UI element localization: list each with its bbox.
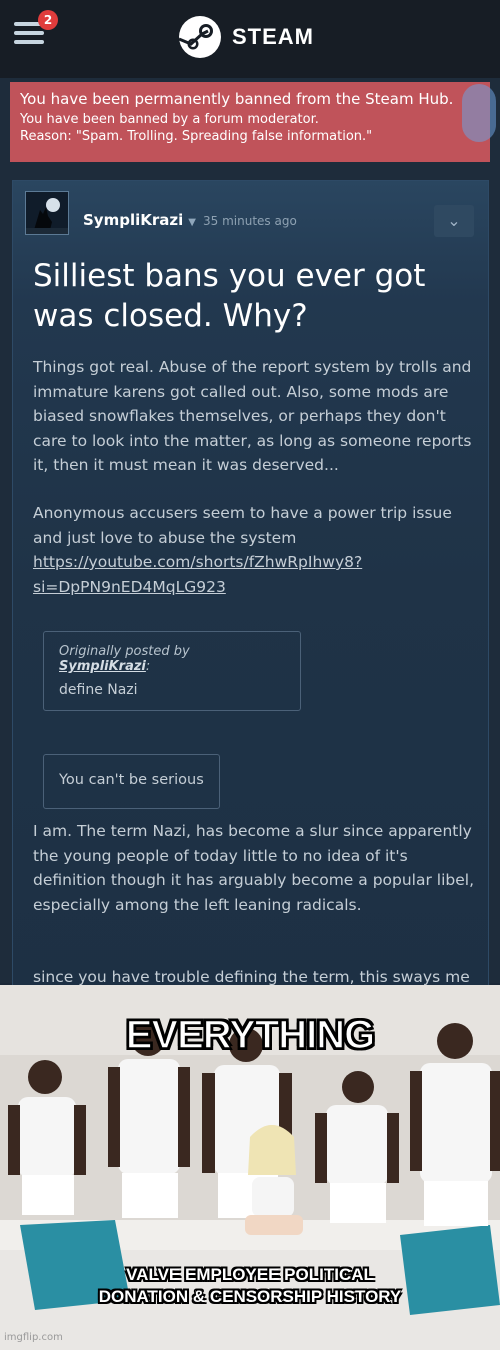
chevron-down-icon[interactable]: ▼ (188, 217, 196, 228)
post-title: Silliest bans you ever got was closed. W… (33, 258, 426, 334)
steam-logo-icon (178, 16, 221, 58)
meme-bottom-caption-line-1: VALVE EMPLOYEE POLITICAL (126, 1265, 374, 1284)
imgflip-watermark: imgflip.com (4, 1332, 63, 1343)
youtube-link-line-1[interactable]: https://youtube.com/shorts/fZhwRpIhwy8? (33, 550, 478, 575)
avatar[interactable] (25, 191, 69, 235)
quote-block-1: Originally posted by SympliKrazi: define… (43, 631, 301, 711)
quote-2-body: You can't be serious (59, 772, 204, 788)
ban-detail: You have been banned by a forum moderato… (20, 112, 319, 127)
post-paragraph-1: Things got real. Abuse of the report sys… (33, 358, 472, 474)
post-paragraph-3: I am. The term Nazi, has become a slur s… (33, 822, 475, 914)
meme-image: EVERYTHING VALVE EMPLOYEE POLITICAL DONA… (0, 985, 500, 1350)
forum-post: SympliKrazi ▼ 35 minutes ago ⌄ Silliest b… (12, 180, 489, 1020)
quote-body: define Nazi (59, 682, 138, 698)
post-paragraph-2-text: Anonymous accusers seem to have a power … (33, 504, 452, 547)
ban-title: You have been permanently banned from th… (20, 90, 454, 108)
quote-prefix: Originally posted by (59, 644, 190, 659)
author-name[interactable]: SympliKrazi ▼ (83, 211, 196, 229)
scroll-indicator[interactable] (462, 84, 496, 142)
quote-attribution: Originally posted by SympliKrazi: (59, 644, 285, 674)
quote-block-2: You can't be serious (43, 754, 220, 809)
quote-suffix: : (145, 659, 151, 674)
double-chevron-down-icon: ⌄ (447, 211, 461, 230)
author-name-text: SympliKrazi (83, 211, 184, 229)
meme-bottom-caption: VALVE EMPLOYEE POLITICAL DONATION & CENS… (0, 1264, 500, 1308)
collapse-button[interactable]: ⌄ (434, 205, 474, 237)
meme-top-caption: EVERYTHING (125, 1012, 376, 1058)
top-bar: 2 STEAM (0, 0, 500, 78)
steam-logo-text: STEAM (232, 24, 314, 49)
post-paragraph-2: Anonymous accusers seem to have a power … (33, 501, 478, 599)
ban-reason: Reason: "Spam. Trolling. Spreading false… (20, 129, 373, 144)
post-timestamp: 35 minutes ago (203, 214, 297, 228)
ban-notice: You have been permanently banned from th… (10, 82, 496, 162)
youtube-link-line-2[interactable]: si=DpPN9nED4MqLG923 (33, 575, 478, 600)
quote-user-link[interactable]: SympliKrazi (59, 659, 146, 674)
wolf-avatar-icon (26, 192, 68, 234)
meme-bottom-caption-line-2: DONATION & CENSORSHIP HISTORY (98, 1287, 402, 1306)
notification-badge: 2 (38, 10, 58, 30)
steam-logo[interactable]: STEAM (178, 14, 314, 60)
